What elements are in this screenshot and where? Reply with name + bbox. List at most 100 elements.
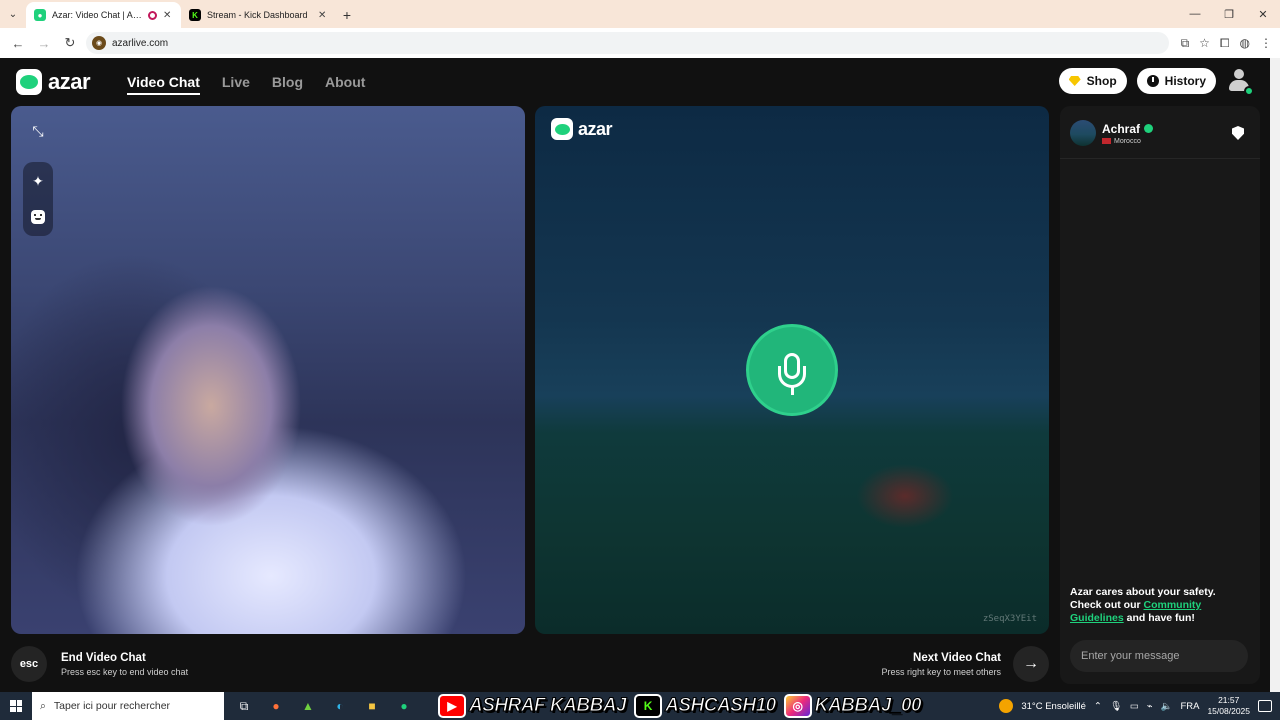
azar-app-icon[interactable]: ● (390, 692, 418, 720)
message-input[interactable] (1070, 640, 1248, 672)
azar-app: azar Video Chat Live Blog About Shop His… (0, 58, 1270, 692)
reload-icon[interactable]: ↻ (60, 33, 80, 53)
history-label: History (1164, 74, 1206, 88)
toolbar-actions: ⧉ ☆ ⧠ ◍ ⋮ (1181, 36, 1272, 51)
search-placeholder: Taper ici pour rechercher (53, 700, 171, 712)
battery-icon[interactable]: ▭ (1130, 701, 1139, 712)
url-text: azarlive.com (112, 37, 169, 49)
extensions-icon[interactable]: ⧠ (1220, 36, 1230, 51)
end-chat-title: End Video Chat (61, 651, 146, 664)
nav-blog[interactable]: Blog (272, 74, 303, 95)
address-bar: ← → ↻ ◉ azarlive.com ⧉ ☆ ⧠ ◍ ⋮ (0, 28, 1280, 58)
close-tab-icon[interactable]: ✕ (318, 10, 328, 21)
instagram-handle-text: KABBAJ_00 (814, 695, 922, 717)
history-button[interactable]: History (1136, 68, 1216, 94)
date: 15/08/2025 (1207, 706, 1250, 716)
edge-icon[interactable]: ◐ (326, 692, 354, 720)
tab-kick[interactable]: K Stream - Kick Dashboard ✕ (181, 2, 336, 28)
network-icon[interactable]: ⌁ (1147, 701, 1153, 712)
safety-notice: Azar cares about your safety. Check out … (1070, 586, 1250, 625)
url-field[interactable]: ◉ azarlive.com (86, 32, 1169, 54)
youtube-handle: ▶ ASHRAF KABBAJ (438, 694, 627, 718)
language-indicator[interactable]: FRA (1180, 701, 1199, 712)
close-tab-icon[interactable]: ✕ (163, 10, 173, 21)
safety-line-3: and have fun! (1126, 612, 1195, 624)
kick-handle: K ASHCASH10 (634, 694, 777, 718)
video-tools: ⤡ ✦ (23, 116, 53, 236)
menu-icon[interactable]: ⋮ (1260, 36, 1272, 50)
microphone-indicator (746, 324, 838, 416)
online-status-icon (1244, 86, 1254, 96)
clock-icon (1146, 75, 1159, 87)
instagram-handle: ◎ KABBAJ_00 (783, 694, 922, 718)
recording-icon (148, 10, 157, 20)
kick-favicon-icon: K (189, 9, 201, 21)
back-icon[interactable]: ← (8, 33, 28, 53)
report-shield-icon[interactable] (1232, 126, 1244, 140)
weather-text[interactable]: 31°C Ensoleillé (1021, 701, 1086, 712)
tab-title: Stream - Kick Dashboard (207, 10, 308, 20)
tab-title: Azar: Video Chat | Alternativ (52, 10, 142, 20)
verified-icon (1144, 124, 1154, 133)
collapse-icon: ⤡ (32, 122, 44, 139)
microphone-tray-icon[interactable]: 🎙 (1110, 701, 1122, 712)
next-chat-button[interactable]: → (1013, 646, 1049, 682)
kick-handle-text: ASHCASH10 (665, 695, 777, 717)
minimize-icon[interactable]: — (1178, 0, 1212, 28)
bookmark-star-icon[interactable]: ☆ (1199, 36, 1210, 50)
effects-button[interactable]: ✦ (23, 166, 53, 196)
safety-line-1: Azar cares about your safety. (1070, 586, 1216, 598)
profile-icon[interactable]: ◍ (1240, 36, 1250, 50)
azar-logo[interactable]: azar (16, 69, 91, 95)
user-avatar[interactable] (1226, 68, 1254, 96)
file-explorer-icon[interactable]: ■ (358, 692, 386, 720)
peer-avatar[interactable] (1070, 120, 1096, 146)
app-icon[interactable]: ▲ (294, 692, 322, 720)
youtube-icon: ▶ (438, 694, 466, 718)
chevron-up-icon[interactable]: ⌃ (1094, 701, 1102, 712)
sparkle-icon: ✦ (32, 172, 44, 189)
taskbar: ⌕ Taper ici pour rechercher ⧉ ● ▲ ◐ ■ ● … (0, 692, 1280, 720)
face-icon (31, 210, 45, 224)
weather-sun-icon (999, 699, 1014, 713)
minimize-video-button[interactable]: ⤡ (23, 116, 53, 146)
peer-country: Morocco (1114, 137, 1141, 145)
stream-overlay-handles: ▶ ASHRAF KABBAJ K ASHCASH10 ◎ KABBAJ_00 (438, 692, 922, 720)
system-tray: 31°C Ensoleillé ⌃ 🎙 ▭ ⌁ 🔈 FRA 21:57 15/0… (999, 695, 1280, 717)
taskbar-search[interactable]: ⌕ Taper ici pour rechercher (32, 692, 224, 720)
azar-favicon-icon: ● (34, 9, 46, 21)
search-icon: ⌕ (40, 699, 46, 712)
firefox-icon[interactable]: ● (262, 692, 290, 720)
new-tab-button[interactable]: + (336, 2, 358, 28)
task-view-icon[interactable]: ⧉ (230, 692, 258, 720)
header-actions: Shop History (1058, 68, 1254, 96)
face-filter-button[interactable] (23, 202, 53, 232)
shop-label: Shop (1086, 74, 1117, 88)
shop-button[interactable]: Shop (1058, 68, 1127, 94)
notifications-icon[interactable] (1258, 700, 1272, 712)
tab-search-icon[interactable]: ⌄ (0, 0, 26, 28)
next-video-chat: Next Video Chat Press right key to meet … (881, 646, 1049, 682)
site-info-icon[interactable]: ◉ (92, 36, 106, 50)
gem-icon (1068, 76, 1081, 86)
start-button[interactable] (0, 692, 32, 720)
page-scrollbar[interactable] (1270, 58, 1280, 692)
nav-live[interactable]: Live (222, 74, 250, 95)
logo-text: azar (48, 69, 91, 94)
nav-about[interactable]: About (325, 74, 365, 95)
nav-video-chat[interactable]: Video Chat (127, 74, 200, 95)
tab-azar[interactable]: ● Azar: Video Chat | Alternativ ✕ (26, 2, 181, 28)
azar-logo-icon (551, 118, 573, 140)
clock[interactable]: 21:57 15/08/2025 (1207, 695, 1250, 717)
forward-icon[interactable]: → (34, 33, 54, 53)
remote-video: azar zSeqX3YEit (535, 106, 1049, 634)
next-chat-title: Next Video Chat (913, 651, 1001, 664)
volume-icon[interactable]: 🔈 (1161, 701, 1173, 712)
remote-azar-watermark: azar (551, 118, 613, 140)
close-window-icon[interactable]: ✕ (1246, 0, 1280, 28)
cast-icon[interactable]: ⧉ (1181, 36, 1190, 51)
main-nav: Video Chat Live Blog About (127, 74, 365, 95)
window-controls: — ❐ ✕ (1178, 0, 1280, 28)
end-chat-button[interactable]: esc (11, 646, 47, 682)
restore-icon[interactable]: ❐ (1212, 0, 1246, 28)
